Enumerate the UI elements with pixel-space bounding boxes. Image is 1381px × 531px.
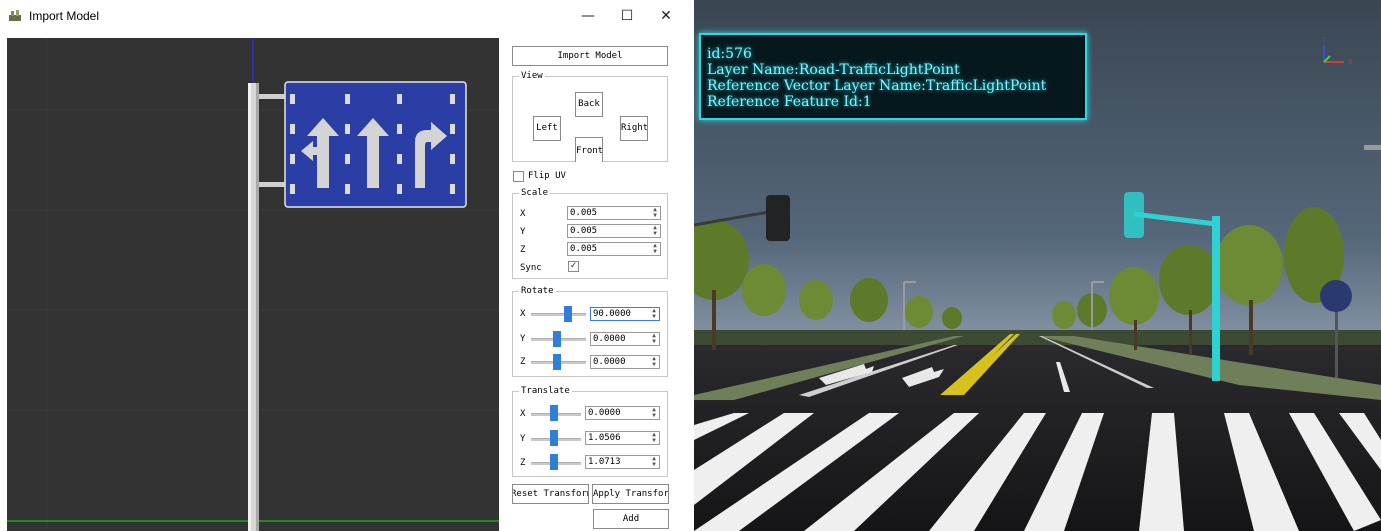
spin-arrows-icon[interactable]: ▲ ▼	[651, 356, 657, 368]
scale-z-label: Z	[520, 245, 526, 255]
gizmo-x-label: X	[1348, 58, 1353, 66]
info-layer-name: Layer Name:Road-TrafficLightPoint	[707, 62, 960, 78]
spin-arrows-icon[interactable]: ▲ ▼	[651, 456, 657, 468]
rotate-z-value: 0.0000	[593, 357, 626, 367]
rotate-z-spinbox[interactable]: 0.0000 ▲ ▼	[590, 355, 660, 369]
model-preview-viewport[interactable]	[7, 38, 499, 531]
rotate-z-slider-handle[interactable]	[553, 354, 561, 370]
close-button[interactable]: ✕	[652, 6, 680, 26]
view-left-button[interactable]: Left	[533, 116, 561, 141]
scale-x-value: 0.005	[570, 208, 598, 218]
road-sign-board	[284, 81, 467, 208]
info-reference-layer: Reference Vector Layer Name:TrafficLight…	[707, 78, 1047, 94]
preview-canvas	[7, 38, 499, 531]
rotate-x-value: 90.0000	[593, 309, 631, 319]
spin-arrows-icon[interactable]: ▲ ▼	[651, 333, 657, 345]
scale-z-value: 0.005	[570, 244, 598, 254]
scale-group-title: Scale	[519, 187, 551, 199]
spin-arrows-icon[interactable]: ▲ ▼	[652, 243, 658, 255]
view-right-button[interactable]: Right	[620, 116, 648, 141]
translate-x-slider-handle[interactable]	[550, 405, 558, 421]
rotate-z-label: Z	[520, 357, 526, 367]
view-group-title: View	[519, 70, 545, 82]
scale-y-spinbox[interactable]: 0.005 ▲ ▼	[567, 224, 661, 238]
maximize-button[interactable]: ☐	[613, 6, 641, 26]
translate-x-spinbox[interactable]: 0.0000 ▲ ▼	[585, 406, 660, 420]
translate-z-value: 1.0713	[588, 457, 621, 467]
title-bar: Import Model — ☐ ✕	[0, 0, 688, 32]
info-reference-feature: Reference Feature Id:1	[707, 94, 872, 110]
view-back-button[interactable]: Back	[575, 92, 603, 117]
checkmark-icon: ✓	[569, 261, 578, 271]
scale-y-value: 0.005	[570, 226, 598, 236]
feature-info-panel: id:576 Layer Name:Road-TrafficLightPoint…	[699, 33, 1087, 120]
info-id: id:576	[707, 46, 752, 62]
spin-arrows-icon[interactable]: ▲ ▼	[651, 407, 657, 419]
sync-label: Sync	[520, 263, 542, 273]
translate-y-value: 1.0506	[588, 433, 621, 443]
rotate-x-slider[interactable]	[531, 313, 586, 316]
app-icon	[9, 10, 21, 21]
flip-uv-label: Flip UV	[528, 171, 566, 181]
rotate-x-slider-handle[interactable]	[564, 306, 572, 322]
gizmo-z-label: Z	[1322, 36, 1327, 44]
scale-x-spinbox[interactable]: 0.005 ▲ ▼	[567, 206, 661, 220]
rotate-y-value: 0.0000	[593, 334, 626, 344]
rotate-x-spinbox[interactable]: 90.0000 ▲ ▼	[590, 307, 660, 321]
translate-z-slider-handle[interactable]	[550, 454, 558, 470]
window-title: Import Model	[29, 9, 100, 23]
import-model-dialog: Import Model — ☐ ✕ Import Model View Bac…	[0, 0, 688, 531]
apply-transform-button[interactable]: Apply Transform	[592, 484, 669, 504]
view-front-button[interactable]: Front	[575, 137, 603, 162]
translate-y-label: Y	[520, 434, 526, 444]
spin-arrows-icon[interactable]: ▲ ▼	[652, 225, 658, 237]
import-model-button[interactable]: Import Model	[512, 46, 668, 66]
scale-y-label: Y	[520, 227, 526, 237]
add-button[interactable]: Add	[593, 509, 669, 529]
spin-arrows-icon[interactable]: ▲ ▼	[651, 308, 657, 320]
spin-arrows-icon[interactable]: ▲ ▼	[651, 432, 657, 444]
sign-pole	[248, 83, 286, 531]
translate-x-label: X	[520, 409, 526, 419]
minimize-button[interactable]: —	[574, 6, 602, 26]
rotate-group-title: Rotate	[519, 285, 556, 297]
rotate-x-label: X	[520, 309, 526, 319]
flip-uv-checkbox[interactable]	[513, 171, 524, 182]
translate-z-spinbox[interactable]: 1.0713 ▲ ▼	[585, 455, 660, 469]
rotate-y-spinbox[interactable]: 0.0000 ▲ ▼	[590, 332, 660, 346]
translate-x-value: 0.0000	[588, 408, 621, 418]
reset-transform-button[interactable]: Reset Transform	[512, 484, 589, 504]
scale-z-spinbox[interactable]: 0.005 ▲ ▼	[567, 242, 661, 256]
spin-arrows-icon[interactable]: ▲ ▼	[652, 207, 658, 219]
scene-3d-view[interactable]: Z X id:576 Layer Name:Road-TrafficLightP…	[694, 0, 1381, 531]
sync-checkbox[interactable]: ✓	[568, 261, 579, 272]
translate-group-title: Translate	[519, 385, 572, 397]
translate-y-slider-handle[interactable]	[550, 430, 558, 446]
rotate-y-slider-handle[interactable]	[553, 331, 561, 347]
rotate-y-label: Y	[520, 334, 526, 344]
scale-x-label: X	[520, 209, 526, 219]
translate-y-spinbox[interactable]: 1.0506 ▲ ▼	[585, 431, 660, 445]
translate-z-label: Z	[520, 458, 526, 468]
